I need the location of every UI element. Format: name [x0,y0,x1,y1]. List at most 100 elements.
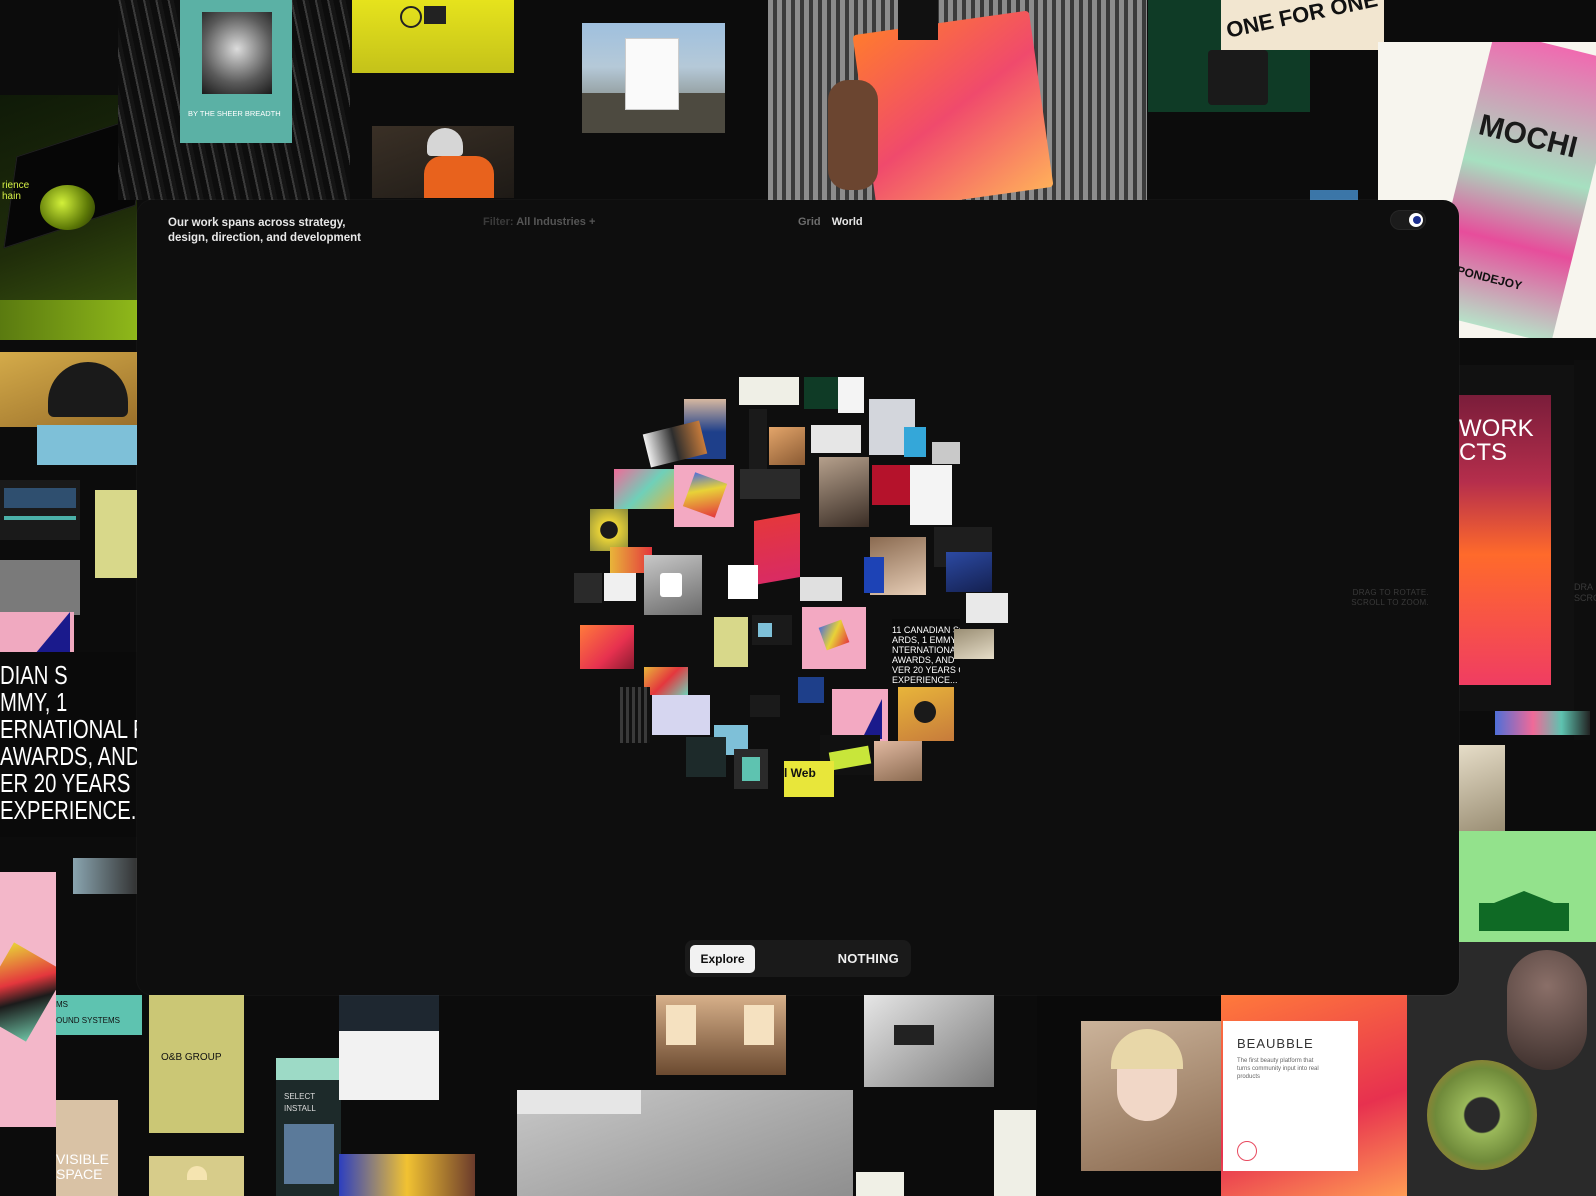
globe-tile[interactable] [898,687,954,741]
tile-pink-cube [0,872,56,1127]
tile-ob-lamp [149,1156,244,1196]
tile-sound-systems: MS OUND SYSTEMS [56,995,142,1035]
globe-tile[interactable] [734,749,768,789]
explore-button[interactable]: Explore [690,945,755,973]
globe-tile[interactable] [800,577,842,601]
tile-text-drag-right: DRA SCRO [1574,582,1596,603]
tile-cap [0,352,137,427]
tile-right-strip: DRA SCRO [1574,360,1596,740]
globe-tile[interactable] [754,512,800,586]
theme-toggle[interactable] [1390,210,1426,230]
globe-awards-text: 11 CANADIAN SC ARDS, 1 EMMY, 1 NTERNATIO… [892,625,960,683]
industry-filter[interactable]: Filter: All Industries + [483,216,595,228]
tile-work-poster: WORK CTS [1459,365,1574,711]
globe-tile[interactable] [574,573,602,603]
tile-teal-poster: BY THE SHEER BREADTH [180,0,292,143]
tile-text-sheer-breadth: BY THE SHEER BREADTH [188,109,281,118]
view-world-option[interactable]: World [832,216,863,228]
tile-worker [372,126,514,198]
tile-invisible [0,560,80,615]
globe-tile[interactable] [864,557,884,593]
globe-tile[interactable] [644,555,702,615]
globe-tile[interactable] [739,377,799,405]
tile-text-visible: VISIBLE SPACE [56,1151,109,1182]
tile-note [856,1172,904,1196]
tile-visible-space: VISIBLE SPACE [56,1100,118,1196]
globe-tile[interactable] [872,465,912,505]
globe-tile[interactable] [590,509,628,551]
tile-text-sound: MS OUND SYSTEMS [56,1000,121,1025]
tile-concrete [517,1090,853,1196]
tile-text-select: SELECT INSTALL [284,1092,316,1113]
tile-beaubble: BEAUBBLE The first beauty platform that … [1037,995,1407,1196]
filter-value[interactable]: All Industries + [516,216,595,228]
project-globe[interactable]: 11 CANADIAN SC ARDS, 1 EMMY, 1 NTERNATIO… [574,377,1014,817]
globe-tile[interactable]: 11 CANADIAN SC ARDS, 1 EMMY, 1 NTERNATIO… [892,619,960,683]
tile-dark-site [0,480,80,540]
globe-tile[interactable] [802,607,866,669]
view-toggle: Grid World [798,216,863,228]
tile-text-beaubble-body: The first beauty platform that turns com… [1237,1058,1319,1080]
globe-tile[interactable] [811,425,861,453]
projects-panel[interactable]: Our work spans across strategy, design, … [137,200,1459,995]
tile-bw-photo [73,858,137,894]
tile-ob-group: O&B GROUP [149,995,244,1133]
globe-tile[interactable] [740,469,800,499]
bottom-bar: Explore NOTHING [685,940,911,977]
globe-tile[interactable] [954,629,994,659]
tile-website-blue [37,425,137,465]
globe-tile[interactable] [674,465,734,527]
globe-tile[interactable] [752,615,792,645]
tile-colorbar [1495,711,1590,735]
globe-tile[interactable] [728,565,758,599]
tile-portrait-strip [339,1154,475,1196]
globe-tile[interactable] [652,695,710,735]
globe-tile[interactable] [798,677,824,703]
tile-text-ob-group: O&B GROUP [161,1052,222,1063]
globe-tile[interactable] [904,427,926,457]
tile-green-house [1459,831,1596,942]
brand-logo[interactable]: NOTHING [838,951,899,966]
globe-tile[interactable] [932,442,960,464]
globe-tile[interactable] [819,457,869,527]
globe-tile[interactable] [749,409,767,469]
globe-web-text: l Web [784,766,816,780]
globe-tile[interactable] [614,469,678,509]
tile-laptop: rience hain [0,95,137,340]
globe-tile[interactable] [832,689,888,741]
globe-tile[interactable] [750,695,780,717]
tile-text-awards: DIAN S MMY, 1 ERNATIONAL F AWARDS, AND E… [0,660,137,825]
globe-tile[interactable] [604,573,636,601]
globe-tile[interactable] [946,552,992,592]
tile-text-work: WORK CTS [1459,415,1534,466]
hint-rotate: DRAG TO ROTATE. [1352,588,1429,597]
tile-tote-bag [768,0,1147,200]
globe-tile[interactable] [580,625,634,669]
tile-one-for-one: ONE FOR ONE [1221,0,1384,50]
tile-room [1459,745,1505,831]
globe-tile[interactable] [644,667,688,695]
view-grid-option[interactable]: Grid [798,216,821,228]
tile-blue-edge [1310,190,1358,200]
globe-tile[interactable] [620,687,650,743]
globe-tile[interactable] [642,420,708,468]
globe-tile[interactable] [874,741,922,781]
tile-awards-text: DIAN S MMY, 1 ERNATIONAL F AWARDS, AND E… [0,652,137,837]
globe-tile[interactable] [910,465,952,525]
globe-tile[interactable] [804,377,840,409]
globe-tile[interactable] [714,617,748,667]
globe-tile[interactable] [769,427,805,465]
globe-tile[interactable] [686,737,726,777]
tile-document [994,1110,1036,1196]
globe-tile[interactable] [966,593,1008,623]
tile-text-experience: rience hain [2,180,30,202]
tagline: Our work spans across strategy, design, … [168,217,361,244]
globe-tile[interactable]: l Web [784,761,834,797]
filter-label: Filter: [483,216,514,228]
tile-arch [864,995,994,1087]
tile-office [656,995,786,1075]
moon-icon [1409,213,1423,227]
globe-tile[interactable] [838,377,864,413]
tile-text-beaubble: BEAUBBLE [1237,1036,1314,1051]
interaction-hint: DRAG TO ROTATE. SCROLL TO ZOOM. [1309,588,1429,608]
